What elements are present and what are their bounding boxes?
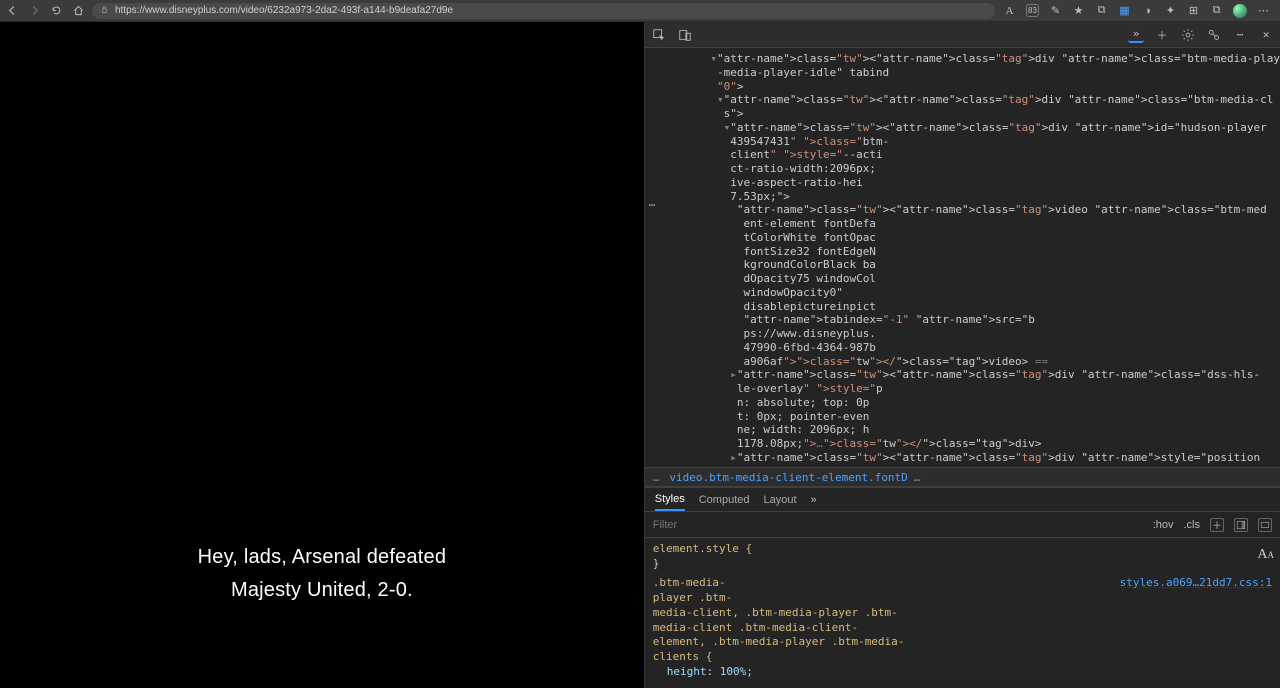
extension-icon-3[interactable]: ✦ (1164, 4, 1177, 17)
css-declaration[interactable]: height: 100%; (653, 665, 753, 678)
rendering-emulation-icon[interactable] (1258, 518, 1272, 532)
video-player[interactable]: Hey, lads, Arsenal defeated Majesty Unit… (0, 22, 644, 688)
nav-button-group (6, 5, 84, 17)
elements-tree[interactable]: … ▾"attr-name">class="tw"><"attr-name">c… (645, 48, 1280, 467)
caption-line-2: Majesty United, 2-0. (231, 579, 413, 602)
tree-line[interactable]: "0"> (651, 80, 1280, 94)
toolbar-right-group: A 83 ✎ ★ ⧉ ▦ ◑ ✦ ⊞ ⧉ ⋯ (1003, 4, 1274, 18)
caption-container: Hey, lads, Arsenal defeated Majesty Unit… (0, 546, 644, 602)
tree-line[interactable]: lute; inset: 0px; ov (651, 465, 1280, 468)
add-tab-icon[interactable]: ＋ (1154, 27, 1170, 43)
devtools-toolbar: » ＋ ⋯ ✕ (645, 22, 1280, 48)
tree-line[interactable]: ▸"attr-name">class="tw"><"attr-name">cla… (651, 368, 1280, 382)
rule-selector: element.style { (653, 542, 752, 555)
more-tabs-icon[interactable]: » (1128, 27, 1144, 43)
elements-breadcrumb[interactable]: … video.btm-media-client-element.fontD … (645, 467, 1280, 487)
zoom-badge[interactable]: 83 (1026, 4, 1039, 17)
tree-line[interactable]: windowOpacity0" (651, 286, 1280, 300)
translate-icon[interactable]: ✎ (1049, 4, 1062, 17)
close-devtools-icon[interactable]: ✕ (1258, 27, 1274, 43)
styles-tab-bar: Styles Computed Layout » (645, 488, 1280, 512)
styles-filter-row: :hov .cls ＋ (645, 512, 1280, 538)
tree-line[interactable]: kgroundColorBlack ba (651, 258, 1280, 272)
address-bar[interactable]: https://www.disneyplus.com/video/6232a97… (92, 3, 995, 19)
settings-gear-icon[interactable] (1180, 27, 1196, 43)
tree-line[interactable]: -media-player-idle" tabind (651, 66, 1280, 80)
tree-line[interactable]: 7.53px;"> (651, 190, 1280, 204)
app-menu-button[interactable]: ⋯ (1257, 4, 1270, 17)
extension-icon-4[interactable]: ⊞ (1187, 4, 1200, 17)
tree-line[interactable]: tColorWhite fontOpac (651, 231, 1280, 245)
tree-line[interactable]: ▾"attr-name">class="tw"><"attr-name">cla… (651, 52, 1280, 66)
tree-line[interactable]: ent-element fontDefa (651, 217, 1280, 231)
breadcrumb-selected[interactable]: video.btm-media-client-element.fontD (669, 471, 907, 484)
profile-avatar[interactable] (1233, 4, 1247, 18)
browser-toolbar: https://www.disneyplus.com/video/6232a97… (0, 0, 1280, 22)
tree-line[interactable]: ive-aspect-ratio-hei (651, 176, 1280, 190)
tree-line[interactable]: ▸"attr-name">class="tw"><"attr-name">cla… (651, 451, 1280, 465)
tree-line[interactable]: le-overlay" ">style="p (651, 382, 1280, 396)
extension-icon-5[interactable]: ⧉ (1210, 4, 1223, 17)
url-text: https://www.disneyplus.com/video/6232a97… (115, 5, 453, 16)
breadcrumb-trail[interactable]: … (914, 471, 921, 484)
inspect-element-icon[interactable] (651, 27, 667, 43)
tab-styles[interactable]: Styles (655, 489, 685, 511)
devtools-panel: » ＋ ⋯ ✕ … ▾"attr-name">class="tw"><"attr… (644, 22, 1280, 688)
collections-icon[interactable]: ⧉ (1095, 4, 1108, 17)
extension-icon-2[interactable]: ◑ (1141, 4, 1154, 17)
extension-icon-1[interactable]: ▦ (1118, 4, 1131, 17)
tab-layout[interactable]: Layout (764, 490, 797, 510)
device-toolbar-icon[interactable] (677, 27, 693, 43)
tree-line[interactable]: 1178.08px;">…">class="tw"></">class="tag… (651, 437, 1280, 451)
lock-icon (100, 5, 109, 16)
tree-line[interactable]: a906af">">class="tw"></">class="tag">vid… (651, 355, 1280, 369)
tree-line[interactable]: dOpacity75 windowCol (651, 272, 1280, 286)
styles-pane: Styles Computed Layout » :hov .cls ＋ AA (645, 487, 1280, 688)
favorites-icon[interactable]: ★ (1072, 4, 1085, 17)
tree-line[interactable]: ps://www.disneyplus. (651, 327, 1280, 341)
caption-line-1: Hey, lads, Arsenal defeated (198, 546, 447, 569)
breadcrumb-more-icon[interactable]: … (653, 471, 660, 484)
forward-button[interactable] (28, 5, 40, 17)
rule-selector: .btm-media- player .btm- media-client, .… (653, 576, 905, 663)
tree-line[interactable]: fontSize32 fontEdgeN (651, 245, 1280, 259)
tree-line[interactable]: client" ">style="--acti (651, 148, 1280, 162)
tab-computed[interactable]: Computed (699, 490, 750, 510)
tree-line[interactable]: "attr-name">tabindex="-1" "attr-name">sr… (651, 313, 1280, 327)
styles-filter-input[interactable] (653, 519, 1143, 531)
tree-line[interactable]: ▾"attr-name">class="tw"><"attr-name">cla… (651, 121, 1280, 135)
reader-mode-button[interactable]: A (1003, 4, 1016, 17)
cls-toggle[interactable]: .cls (1184, 519, 1201, 531)
tab-overflow-icon[interactable]: » (811, 494, 817, 506)
gutter-ellipsis-icon: … (649, 196, 657, 210)
tree-line[interactable]: s"> (651, 107, 1280, 121)
tree-line[interactable]: t: 0px; pointer-even (651, 410, 1280, 424)
new-style-rule-icon[interactable]: ＋ (1210, 518, 1224, 532)
content-split: Hey, lads, Arsenal defeated Majesty Unit… (0, 22, 1280, 688)
home-button[interactable] (72, 5, 84, 17)
tree-line[interactable]: ▾"attr-name">class="tw"><"attr-name">cla… (651, 93, 1280, 107)
source-link[interactable]: styles.a069…21dd7.css:1 (1120, 576, 1272, 591)
activity-icon[interactable] (1206, 27, 1222, 43)
refresh-button[interactable] (50, 5, 62, 17)
tree-line[interactable]: 439547431" ">class="btm- (651, 135, 1280, 149)
computed-sidebar-icon[interactable] (1234, 518, 1248, 532)
tree-line[interactable]: disablepictureinpict (651, 300, 1280, 314)
styles-rules[interactable]: AA element.style { } styles.a069…21dd7.c… (645, 538, 1280, 688)
more-menu-icon[interactable]: ⋯ (1232, 27, 1248, 43)
tree-line[interactable]: n: absolute; top: 0p (651, 396, 1280, 410)
rule-close: } (653, 557, 660, 570)
back-button[interactable] (6, 5, 18, 17)
font-scaling-icon[interactable]: AA (1257, 546, 1274, 565)
tree-line[interactable]: 47990-6fbd-4364-987b (651, 341, 1280, 355)
tree-line[interactable]: "attr-name">class="tw"><"attr-name">clas… (651, 203, 1280, 217)
rule-btm-media[interactable]: styles.a069…21dd7.css:1 .btm-media- play… (653, 576, 1272, 680)
tree-line[interactable]: ne; width: 2096px; h (651, 423, 1280, 437)
tree-line[interactable]: ct-ratio-width:2096px; (651, 162, 1280, 176)
hover-toggle[interactable]: :hov (1153, 519, 1174, 531)
rule-element-style[interactable]: element.style { } (653, 542, 1272, 572)
